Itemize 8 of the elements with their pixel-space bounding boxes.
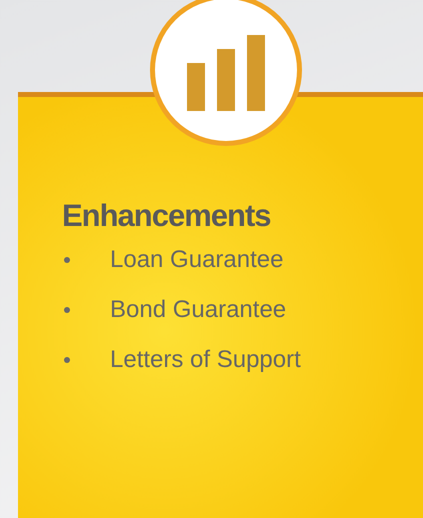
bar-chart-icon: [187, 35, 265, 111]
bullet-icon: [64, 256, 70, 263]
bullet-icon: [64, 356, 70, 363]
list-item: Letters of Support: [110, 344, 301, 375]
list-item: Bond Guarantee: [110, 294, 286, 325]
card-title: Enhancements: [62, 197, 272, 235]
bullet-icon: [64, 306, 70, 313]
list-item: Loan Guarantee: [110, 244, 284, 275]
